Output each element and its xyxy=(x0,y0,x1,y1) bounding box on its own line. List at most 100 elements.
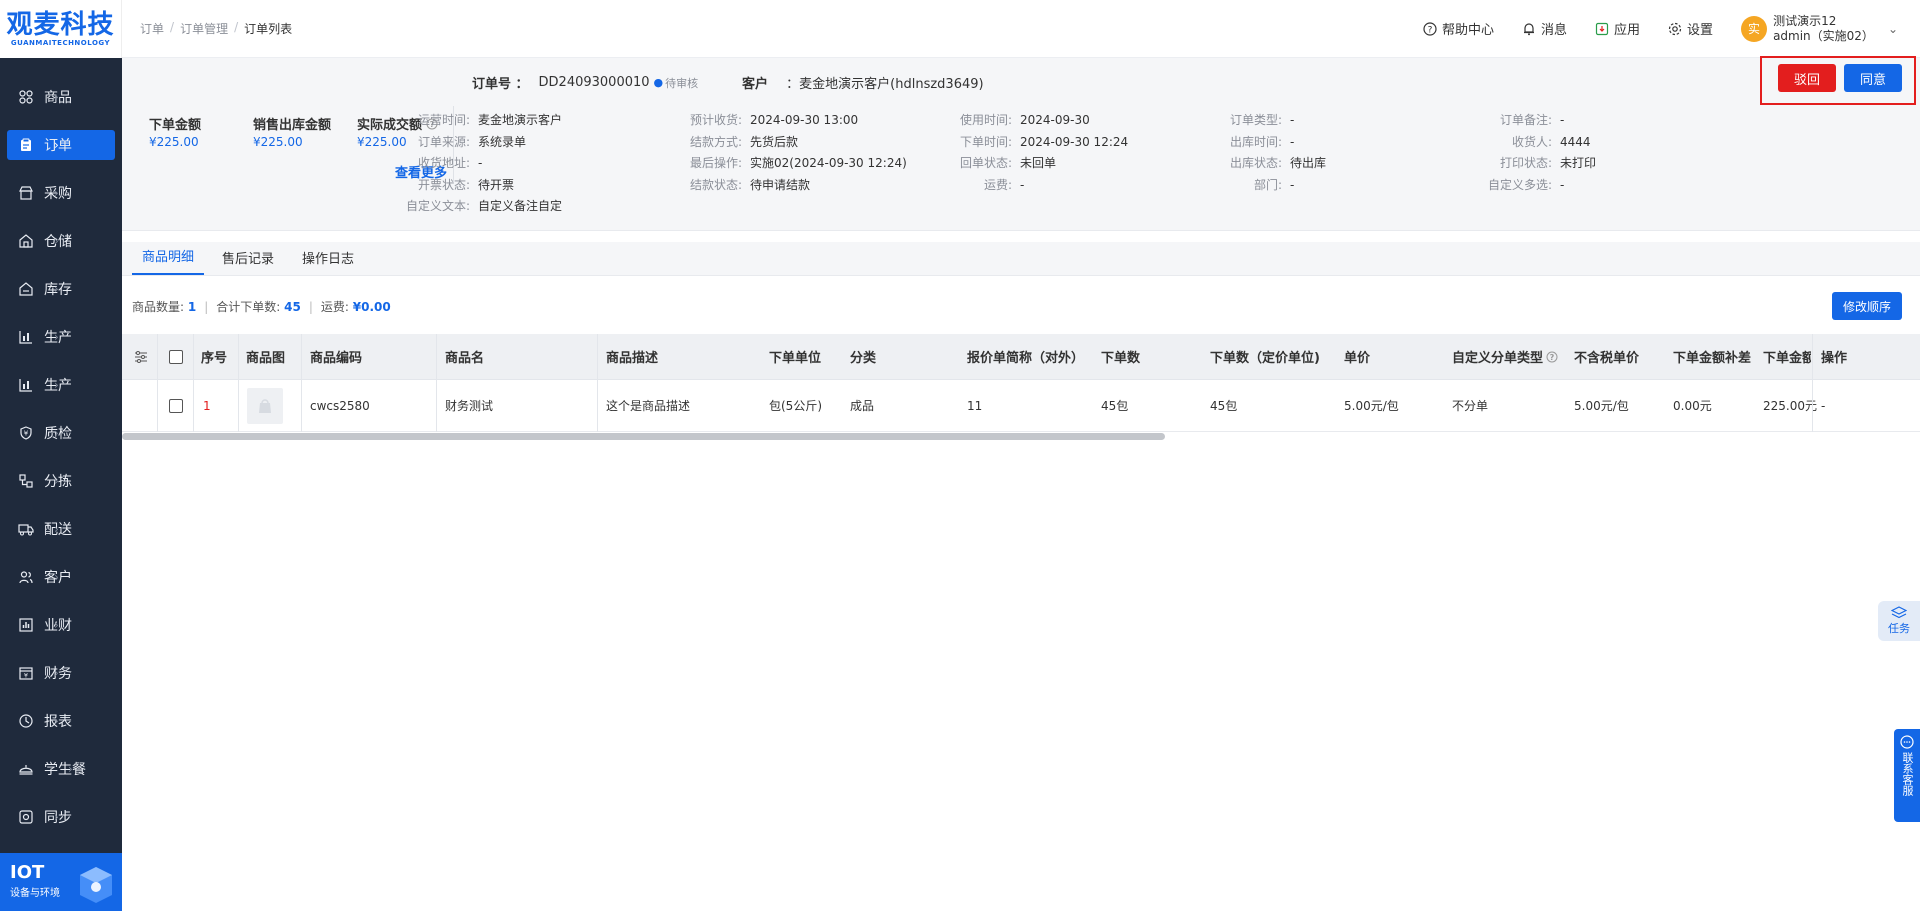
modify-order-button[interactable]: 修改顺序 xyxy=(1832,292,1902,320)
breadcrumb-item-order[interactable]: 订单 xyxy=(140,20,164,37)
row-checkbox[interactable] xyxy=(169,399,183,413)
header-quote-name: 报价单简称（对外） xyxy=(967,351,1085,366)
shield-icon: ¥ xyxy=(18,425,34,441)
warehouse-icon xyxy=(18,233,34,249)
row-unit-price: 5.00元/包 xyxy=(1344,399,1399,413)
column-settings-icon[interactable] xyxy=(134,350,148,364)
iot-banner[interactable]: IOT 设备与环境 xyxy=(0,853,122,911)
info-row: 结款方式: 先货后款 xyxy=(664,132,907,154)
customer-service-label: 联系客服 xyxy=(1901,752,1914,796)
info-row: 出库时间: - xyxy=(1204,132,1326,154)
summary-total-label: 合计下单数: xyxy=(216,300,281,314)
grid-icon xyxy=(18,89,34,105)
order-status: 待审核 xyxy=(665,76,699,90)
bell-icon xyxy=(1524,22,1535,35)
reject-button[interactable]: 驳回 xyxy=(1778,64,1836,92)
row-quantity: 45包 xyxy=(1101,399,1129,413)
apps-link[interactable]: 应用 xyxy=(1595,19,1640,38)
sidebar-item[interactable]: 生产 › xyxy=(0,361,122,409)
sidebar-item[interactable]: 分拣 › xyxy=(0,457,122,505)
sidebar-menu: 商品 › 订单 › 采购 › 仓储 › 库存 › 生产 › 生产 › ¥ 质检 › 分拣 › 配送 › 客户 › 业财 › ¥ 财务… xyxy=(0,73,122,841)
info-value: 2024-09-30 12:24 xyxy=(1020,134,1129,149)
row-quantity-pricing-unit: 45包 xyxy=(1210,399,1238,413)
row-sku: cwcs2580 xyxy=(310,398,370,413)
row-unit: 包(5公斤) xyxy=(769,399,822,413)
summary-count-label: 商品数量: xyxy=(132,300,185,314)
logo[interactable]: 观麦科技 GUANMAITECHNOLOGY xyxy=(0,0,122,58)
sidebar-item[interactable]: 库存 › xyxy=(0,265,122,313)
sidebar-item[interactable]: 客户 › xyxy=(0,553,122,601)
sidebar-item[interactable]: 仓储 › xyxy=(0,217,122,265)
horizontal-scrollbar[interactable] xyxy=(122,433,1165,440)
sidebar-item[interactable]: ¥ 财务 › xyxy=(0,649,122,697)
chevron-right-icon: › xyxy=(54,90,59,104)
approve-button[interactable]: 同意 xyxy=(1844,64,1902,92)
header-index: 序号 xyxy=(201,351,228,366)
row-custom-split: 不分单 xyxy=(1452,399,1489,413)
info-row: 运营时间: 麦金地演示客户 xyxy=(392,110,562,132)
chevron-right-icon: › xyxy=(54,234,59,248)
customer-service-button[interactable]: 联系客服 xyxy=(1894,729,1920,822)
sidebar-item[interactable]: 订单 › xyxy=(0,121,122,169)
column-divider xyxy=(1812,334,1813,432)
help-center-link[interactable]: ? 帮助中心 xyxy=(1423,19,1494,38)
settings-link[interactable]: 设置 xyxy=(1668,19,1713,38)
users-icon xyxy=(18,569,34,585)
order-number-label: 订单号 ： xyxy=(472,77,529,92)
sidebar-item[interactable]: 学生餐 › xyxy=(0,745,122,793)
tab-product-details[interactable]: 商品明细 xyxy=(132,246,205,275)
sidebar-item-label: 学生餐 xyxy=(44,762,86,778)
info-key: 收货人: xyxy=(1511,134,1552,149)
row-actions: - xyxy=(1821,398,1826,413)
header-custom-split-label: 自定义分单类型 xyxy=(1452,351,1544,366)
cube-icon xyxy=(80,867,112,903)
breadcrumb-item-order-management[interactable]: 订单管理 xyxy=(180,20,228,37)
tab-operation-log[interactable]: 操作日志 xyxy=(292,248,364,275)
row-amount-adjust: 0.00元 xyxy=(1673,399,1712,413)
sidebar-item[interactable]: 配送 › xyxy=(0,505,122,553)
info-value: - xyxy=(1560,177,1565,192)
summary-freight: 运费: ¥0.00 xyxy=(321,298,391,315)
product-summary: 商品数量: 1 | 合计下单数: 45 | 运费: ¥0.00 xyxy=(132,298,391,315)
info-value: 待开票 xyxy=(478,177,515,192)
customer-label: 客户 xyxy=(742,77,769,92)
order-icon xyxy=(18,137,34,153)
amount-value: ¥225.00 xyxy=(149,135,199,149)
sidebar-item[interactable]: ¥ 质检 › xyxy=(0,409,122,457)
messages-link[interactable]: 消息 xyxy=(1522,19,1567,38)
info-value: - xyxy=(1290,113,1295,127)
task-button[interactable]: 任务 xyxy=(1878,601,1920,641)
info-value: 麦金地演示客户 xyxy=(478,113,563,127)
sidebar-item[interactable]: 报表 › xyxy=(0,697,122,745)
sidebar-item[interactable]: 同步 › xyxy=(0,793,122,841)
row-pretax-price: 5.00元/包 xyxy=(1574,399,1629,413)
sidebar-item[interactable]: 生产 › xyxy=(0,313,122,361)
info-key: 出库状态: xyxy=(1229,156,1282,170)
header-custom-split: 自定义分单类型? xyxy=(1452,347,1558,366)
table-header: 序号 商品图 商品编码 商品名 商品描述 下单单位 分类 报价单简称（对外） 下… xyxy=(122,334,1920,380)
user-name: 测试演示12 xyxy=(1773,13,1837,28)
header-quantity: 下单数 xyxy=(1101,351,1141,366)
divider: | xyxy=(204,299,209,314)
info-key: 打印状态: xyxy=(1499,156,1552,170)
info-value: - xyxy=(478,156,483,170)
shopping-bag-icon xyxy=(259,399,271,413)
info-key: 订单来源: xyxy=(417,134,470,149)
shop-icon xyxy=(18,185,34,201)
info-row: 自定义文本: 自定义备注自定 xyxy=(392,196,562,218)
sidebar-item[interactable]: 采购 › xyxy=(0,169,122,217)
info-key: 预计收货: xyxy=(689,113,742,127)
info-row: 自定义多选: - xyxy=(1474,175,1596,197)
sidebar-item[interactable]: 业财 › xyxy=(0,601,122,649)
info-value: 待出库 xyxy=(1290,156,1327,170)
info-key: 最后操作: xyxy=(689,156,742,170)
table-row[interactable]: 1 cwcs2580 财务测试 这个是商品描述 包(5公斤) 成品 11 45包… xyxy=(122,380,1920,432)
user-menu[interactable]: 实 测试演示12 admin（实施02） ⌄ xyxy=(1741,14,1898,44)
help-icon[interactable]: ? xyxy=(1546,351,1558,363)
tab-after-sales[interactable]: 售后记录 xyxy=(212,248,284,275)
task-label: 任务 xyxy=(1888,622,1910,635)
download-app-icon xyxy=(1595,22,1609,35)
select-all-checkbox[interactable] xyxy=(169,350,183,364)
sidebar-item[interactable]: 商品 › xyxy=(0,73,122,121)
user-account: admin（实施02） xyxy=(1773,28,1874,43)
